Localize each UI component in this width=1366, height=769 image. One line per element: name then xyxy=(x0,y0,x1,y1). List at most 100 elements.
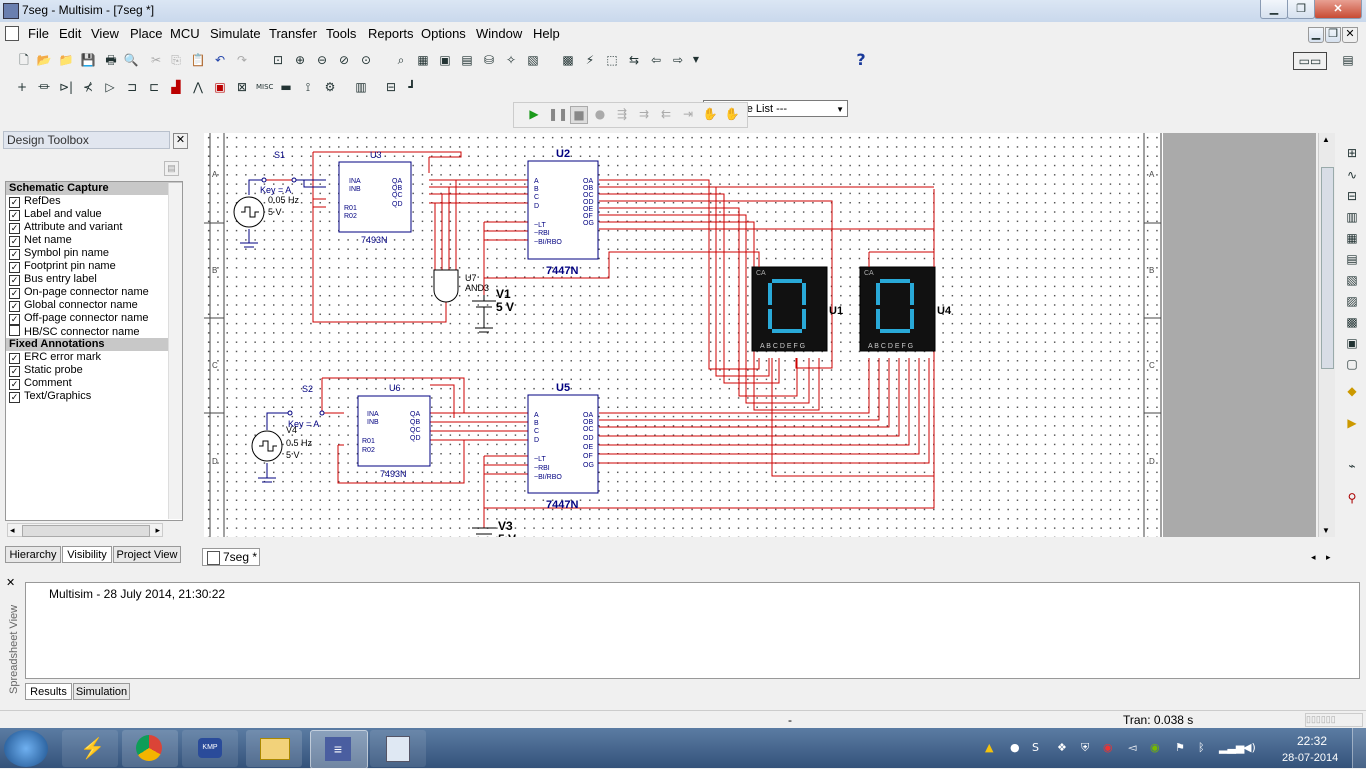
visibility-item[interactable]: ✓ Symbol pin name xyxy=(6,247,182,260)
dropdown-arrow-icon[interactable]: ▼ xyxy=(688,52,704,68)
paste-icon[interactable]: 📋 xyxy=(190,52,206,68)
zoom-sheet-icon[interactable]: ⊙ xyxy=(358,52,374,68)
notification-icon[interactable]: ● xyxy=(1010,741,1020,754)
checkbox[interactable]: ✓ xyxy=(9,288,20,299)
dropbox-icon[interactable]: ❖ xyxy=(1057,741,1067,754)
tree-vscrollbar[interactable] xyxy=(168,183,182,519)
zoom-out-icon[interactable]: ⊖ xyxy=(314,52,330,68)
checkbox[interactable]: ✓ xyxy=(9,249,20,260)
forward-icon[interactable]: ⇨ xyxy=(670,52,686,68)
logic-converter-icon[interactable]: ▩ xyxy=(1344,314,1360,330)
wattmeter-icon[interactable]: ⊟ xyxy=(1344,188,1360,204)
tab-simulation[interactable]: Simulation xyxy=(73,683,130,700)
checkbox[interactable]: ✓ xyxy=(9,301,20,312)
menu-simulate[interactable]: Simulate xyxy=(210,26,261,41)
tree-hscrollbar[interactable]: ◂ ▸ xyxy=(7,523,163,537)
results-pane[interactable] xyxy=(25,582,1360,679)
visibility-item[interactable]: ✓ On-page connector name xyxy=(6,286,182,299)
oscilloscope-icon[interactable]: ▥ xyxy=(1344,209,1360,225)
mcu-icon[interactable]: ▥ xyxy=(353,79,369,95)
tab-hierarchy[interactable]: Hierarchy xyxy=(5,546,61,563)
select-icon[interactable]: ⬚ xyxy=(604,52,620,68)
visibility-item[interactable]: ✓ Static probe xyxy=(6,364,182,377)
skype-icon[interactable]: S xyxy=(1032,741,1039,754)
checkbox[interactable]: ✓ xyxy=(9,210,20,221)
spreadsheet-close-icon[interactable]: ✕ xyxy=(6,576,15,589)
visibility-item[interactable]: ✓ Global connector name xyxy=(6,299,182,312)
toolbox-options-icon[interactable]: ▤ xyxy=(164,161,179,176)
mute-icon[interactable]: ◅ xyxy=(1128,741,1136,754)
bluetooth-icon[interactable]: ᛒ xyxy=(1198,741,1205,754)
and-gate-u7[interactable] xyxy=(433,269,459,303)
menu-options[interactable]: Options xyxy=(421,26,466,41)
checkbox[interactable]: ✓ xyxy=(9,353,20,364)
cut-icon[interactable]: ✂ xyxy=(148,52,164,68)
postprocessor-icon[interactable]: ▧ xyxy=(525,52,541,68)
doc-icon[interactable] xyxy=(5,26,19,41)
visibility-item[interactable]: ✓ Bus entry label xyxy=(6,273,182,286)
group-schematic-capture[interactable]: Schematic Capture xyxy=(6,182,182,195)
breakpoint-icon[interactable]: ✋ xyxy=(724,106,740,122)
grapher-icon[interactable]: ▦ xyxy=(415,52,431,68)
visibility-item[interactable]: ✓ ERC error mark xyxy=(6,351,182,364)
transfer-icon[interactable]: ⇆ xyxy=(626,52,642,68)
distortion-icon[interactable]: ▢ xyxy=(1344,356,1360,372)
rf-icon[interactable]: ⟟ xyxy=(300,79,316,95)
logic-analyzer-icon[interactable]: ▨ xyxy=(1344,293,1360,309)
volume-icon[interactable]: ◀) xyxy=(1243,741,1256,754)
visibility-item[interactable]: ✓ RefDes xyxy=(6,195,182,208)
power-icon[interactable]: ⊠ xyxy=(234,79,250,95)
backannotate-icon[interactable]: ⇦ xyxy=(648,52,664,68)
tab-project-view[interactable]: Project View xyxy=(113,546,181,563)
tab-7seg[interactable]: 7seg * xyxy=(202,548,260,566)
scroll-down-icon[interactable]: ▼ xyxy=(1322,526,1330,535)
close-button[interactable]: ✕ xyxy=(1314,0,1362,19)
word-generator-icon[interactable]: ▧ xyxy=(1344,272,1360,288)
taskbar-app-calculator[interactable] xyxy=(370,730,426,767)
hierarchical-icon[interactable]: ⊟ xyxy=(383,79,399,95)
print-preview-icon[interactable]: 🔍 xyxy=(123,52,139,68)
mdi-close-button[interactable]: ✕ xyxy=(1342,27,1358,43)
clock-date[interactable]: 28-07-2014 xyxy=(1282,752,1338,764)
clock-source-s2[interactable] xyxy=(251,430,283,462)
tab-visibility[interactable]: Visibility xyxy=(62,546,112,563)
mdi-restore-button[interactable]: ❐ xyxy=(1325,27,1341,43)
function-generator-icon[interactable]: ∿ xyxy=(1344,167,1360,183)
taskbar-app-explorer[interactable] xyxy=(246,730,302,767)
canvas-hscroll-right-icon[interactable]: ▸ xyxy=(1326,552,1331,563)
iv-analyzer-icon[interactable]: ▣ xyxy=(1344,335,1360,351)
show-desktop-button[interactable] xyxy=(1352,728,1366,768)
zoom-area-icon[interactable]: ⊘ xyxy=(336,52,352,68)
basic-icon[interactable]: ⏛ xyxy=(36,79,52,95)
menu-reports[interactable]: Reports xyxy=(368,26,414,41)
fullscreen-icon[interactable]: ⊡ xyxy=(270,52,286,68)
analog-icon[interactable]: ▷ xyxy=(102,79,118,95)
stop-icon[interactable]: ■ xyxy=(570,106,588,124)
menu-transfer[interactable]: Transfer xyxy=(269,26,317,41)
help-icon[interactable]: ? xyxy=(853,52,869,68)
database-icon[interactable]: ⛁ xyxy=(481,52,497,68)
probe-icon[interactable]: ⚲ xyxy=(1344,490,1360,506)
ultiboard-icon[interactable]: ▤ xyxy=(1338,52,1358,68)
spreadsheet-icon[interactable]: ▤ xyxy=(459,52,475,68)
undo-icon[interactable]: ↶ xyxy=(212,52,228,68)
electrical-rules-icon[interactable]: ⚡ xyxy=(582,52,598,68)
visibility-item[interactable]: ✓ Comment xyxy=(6,377,182,390)
misc-icon[interactable]: MISC xyxy=(256,79,273,95)
restore-button[interactable]: ❐ xyxy=(1287,0,1315,19)
peripherals-icon[interactable]: ▬ xyxy=(278,79,294,95)
menu-file[interactable]: File xyxy=(28,26,49,41)
mixed-icon[interactable]: ⋀ xyxy=(190,79,206,95)
canvas-vscrollbar[interactable]: ▲ ▼ xyxy=(1318,133,1335,537)
visibility-item[interactable]: ✓ Attribute and variant xyxy=(6,221,182,234)
new-icon[interactable]: 🗋 xyxy=(16,52,32,68)
google-drive-icon[interactable]: ▲ xyxy=(985,741,993,754)
print-icon[interactable]: 🖶 xyxy=(103,52,119,68)
group-fixed-annotations[interactable]: Fixed Annotations xyxy=(6,338,182,351)
minimize-button[interactable]: ▁ xyxy=(1260,0,1288,19)
find-icon[interactable]: ⌕ xyxy=(393,52,409,68)
menu-view[interactable]: View xyxy=(91,26,119,41)
pause-icon[interactable]: ❚❚ xyxy=(548,106,568,122)
menu-tools[interactable]: Tools xyxy=(326,26,356,41)
hand-icon[interactable]: ✋ xyxy=(702,106,718,122)
